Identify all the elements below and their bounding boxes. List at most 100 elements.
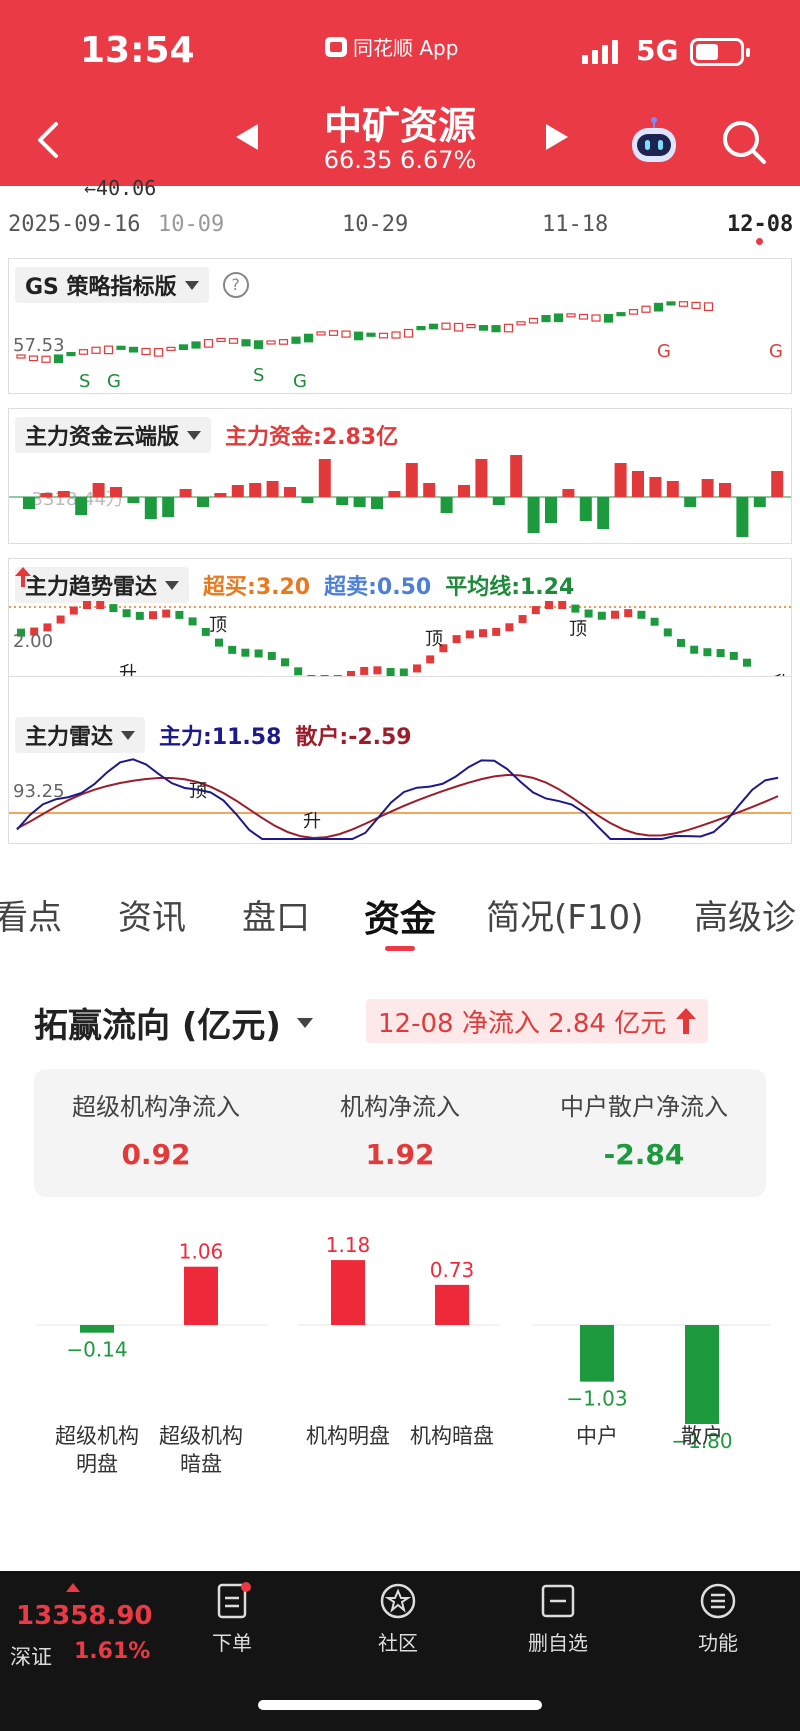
- capital-bar: [214, 493, 227, 497]
- capital-bar: [405, 463, 418, 497]
- signal-mark: S: [79, 371, 91, 392]
- capital-bar: [458, 485, 470, 497]
- trend-candle: [83, 601, 91, 609]
- app-tag: 同花顺 App: [325, 32, 458, 61]
- flow-bar: [580, 1325, 614, 1382]
- stock-change: 6.67%: [400, 146, 477, 174]
- candle: [591, 314, 601, 322]
- top-mark: 顶: [425, 629, 443, 650]
- flow-category-label: 明盘: [76, 1452, 118, 1476]
- capital-bar: [301, 497, 314, 503]
- candle: [41, 355, 51, 363]
- nav-community[interactable]: 社区: [348, 1581, 448, 1656]
- signal-mark: S: [253, 365, 265, 386]
- tab-capital[interactable]: 资金: [364, 890, 436, 942]
- capital-bar: [527, 497, 540, 533]
- capital-bar: [632, 471, 644, 497]
- summary-label: 超级机构净流入: [72, 1093, 240, 1121]
- summary-value: 1.92: [365, 1138, 435, 1171]
- candle: [353, 331, 364, 341]
- candle: [428, 323, 439, 330]
- candle: [178, 344, 189, 351]
- capital-bar: [440, 497, 453, 513]
- nav-order[interactable]: 下单: [182, 1581, 282, 1656]
- capital-bar: [423, 483, 436, 497]
- trend-candle: [558, 601, 567, 609]
- nav-remove-watchlist[interactable]: 删自选: [508, 1581, 608, 1656]
- candle: [578, 313, 589, 320]
- candle: [653, 302, 664, 312]
- flow-category-label: 散户: [681, 1424, 723, 1448]
- capital-bar: [545, 497, 557, 523]
- menu-icon: [700, 1583, 736, 1619]
- candle: [478, 325, 489, 331]
- candle: [491, 325, 501, 333]
- nav-label: 下单: [212, 1631, 252, 1655]
- nav-functions[interactable]: 功能: [668, 1581, 768, 1656]
- battery-icon: [690, 38, 750, 66]
- candle: [616, 312, 626, 317]
- capital-bar: [492, 497, 505, 505]
- flow-bar: [80, 1325, 114, 1333]
- main-capital-panel[interactable]: 主力资金云端版 主力资金:2.83亿 -3318.44万: [8, 408, 792, 544]
- candle: [316, 331, 326, 336]
- tab-highlights[interactable]: 看点: [0, 890, 62, 939]
- trend-candle: [373, 666, 382, 675]
- trend-candle: [254, 649, 263, 658]
- summary-label: 机构净流入: [340, 1093, 460, 1121]
- candle: [516, 321, 526, 326]
- candle: [503, 323, 514, 333]
- candle: [228, 338, 239, 344]
- flow-bar: [331, 1260, 365, 1325]
- capital-bar: [127, 497, 140, 503]
- trend-candle: [545, 601, 553, 609]
- candle: [103, 345, 114, 355]
- tab-orderbook[interactable]: 盘口: [242, 890, 310, 939]
- home-indicator: [258, 1700, 542, 1710]
- candle: [91, 346, 101, 354]
- trend-candle: [465, 630, 474, 639]
- flow-bar-chart: −0.14 超级机构明盘 1.06 超级机构暗盘 1.18 机构明盘 0.73 机构暗盘 −1.…: [36, 1233, 770, 1476]
- trend-radar-panel[interactable]: 主力趋势雷达 超买:3.20 超卖:0.50 平均线:1.24 2.00 顶 顶…: [8, 558, 792, 694]
- trend-candle: [479, 629, 487, 638]
- flow-title-selector[interactable]: 拓赢流向 (亿元): [34, 998, 313, 1047]
- trend-candle: [611, 610, 619, 619]
- tab-advanced-diagnosis[interactable]: 高级诊: [694, 890, 796, 939]
- main-force-line: [16, 758, 779, 840]
- capital-bar: [562, 489, 575, 497]
- robot-assistant-icon[interactable]: [628, 116, 680, 168]
- app-name: 同花顺 App: [353, 36, 459, 60]
- order-icon: [217, 1582, 251, 1619]
- capital-bar: [197, 497, 209, 507]
- index-value[interactable]: 13358.90: [16, 1601, 153, 1631]
- index-up-icon: [66, 1583, 80, 1592]
- capital-bar: [110, 487, 122, 497]
- capital-bar: [284, 487, 296, 497]
- signal-icon: [582, 38, 618, 64]
- top-mark: 顶: [569, 619, 587, 640]
- summary-retail: 中户散户净流入 -2.84: [522, 1087, 766, 1171]
- tab-news[interactable]: 资讯: [118, 890, 186, 939]
- tab-profile[interactable]: 简况(F10): [486, 890, 643, 939]
- status-time: 13:54: [80, 30, 195, 71]
- candle: [291, 336, 301, 344]
- capital-bar: [475, 459, 488, 497]
- candle: [453, 322, 464, 332]
- trend-candle: [109, 604, 118, 613]
- candle: [153, 348, 164, 357]
- main-radar-panel[interactable]: 主力雷达 主力:11.58 散户:-2.59 93.25 顶 升: [8, 676, 792, 844]
- gs-strategy-panel[interactable]: GS 策略指标版 ? 57.53 S G S G G G: [8, 258, 792, 394]
- flow-category-label: 暗盘: [180, 1452, 222, 1476]
- flow-category-label: 机构暗盘: [410, 1424, 494, 1448]
- candle: [678, 301, 689, 307]
- candle: [66, 352, 76, 357]
- next-stock-icon[interactable]: [546, 124, 568, 150]
- flow-value-label: 1.06: [179, 1240, 224, 1264]
- search-icon[interactable]: [720, 118, 768, 166]
- capital-bar: [614, 463, 627, 497]
- candle: [603, 313, 614, 323]
- capital-bar: [719, 483, 731, 497]
- candle: [403, 328, 414, 338]
- remove-watchlist-icon: [541, 1584, 575, 1618]
- candle: [128, 346, 139, 353]
